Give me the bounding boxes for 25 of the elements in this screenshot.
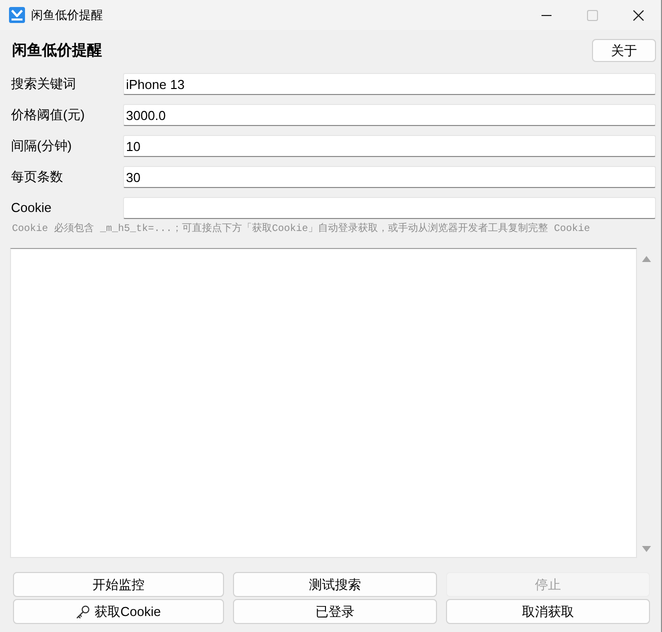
input-field[interactable]: 30 <box>123 166 656 188</box>
scroll-down-icon[interactable] <box>642 546 651 552</box>
window-title: 闲鱼低价提醒 <box>31 7 103 23</box>
app-heading: 闲鱼低价提醒 <box>11 42 102 60</box>
maximize-icon <box>586 10 598 20</box>
action-button[interactable]: 开始监控 <box>13 572 224 597</box>
scroll-up-icon[interactable] <box>642 256 651 262</box>
field-label: Cookie <box>10 200 52 216</box>
input-field[interactable]: 3000.0 <box>123 104 656 126</box>
field-label: 价格阈值(元) <box>10 107 86 123</box>
key-icon <box>76 604 90 618</box>
action-button[interactable]: 取消获取 <box>446 599 650 624</box>
app-logo-icon <box>9 7 25 23</box>
hint-text: Cookie 必须包含 _m_h5_tk=...；可直接点下方「获取Cookie」自动登录获取，或手动从浏览器开发者工具复制完整 Cookie <box>11 223 592 237</box>
input-field[interactable] <box>123 197 656 219</box>
about-button[interactable]: 关于 <box>592 39 656 62</box>
action-button[interactable]: 获取Cookie <box>13 599 224 624</box>
input-field[interactable]: 10 <box>123 135 656 157</box>
input-field[interactable]: iPhone 13 <box>123 73 656 95</box>
field-label: 搜索关键词 <box>10 76 77 92</box>
field-label: 每页条数 <box>10 169 64 185</box>
field-label: 间隔(分钟) <box>10 138 73 154</box>
close-icon <box>632 10 644 20</box>
action-button[interactable]: 已登录 <box>233 599 437 624</box>
action-button[interactable]: 测试搜索 <box>233 572 437 597</box>
